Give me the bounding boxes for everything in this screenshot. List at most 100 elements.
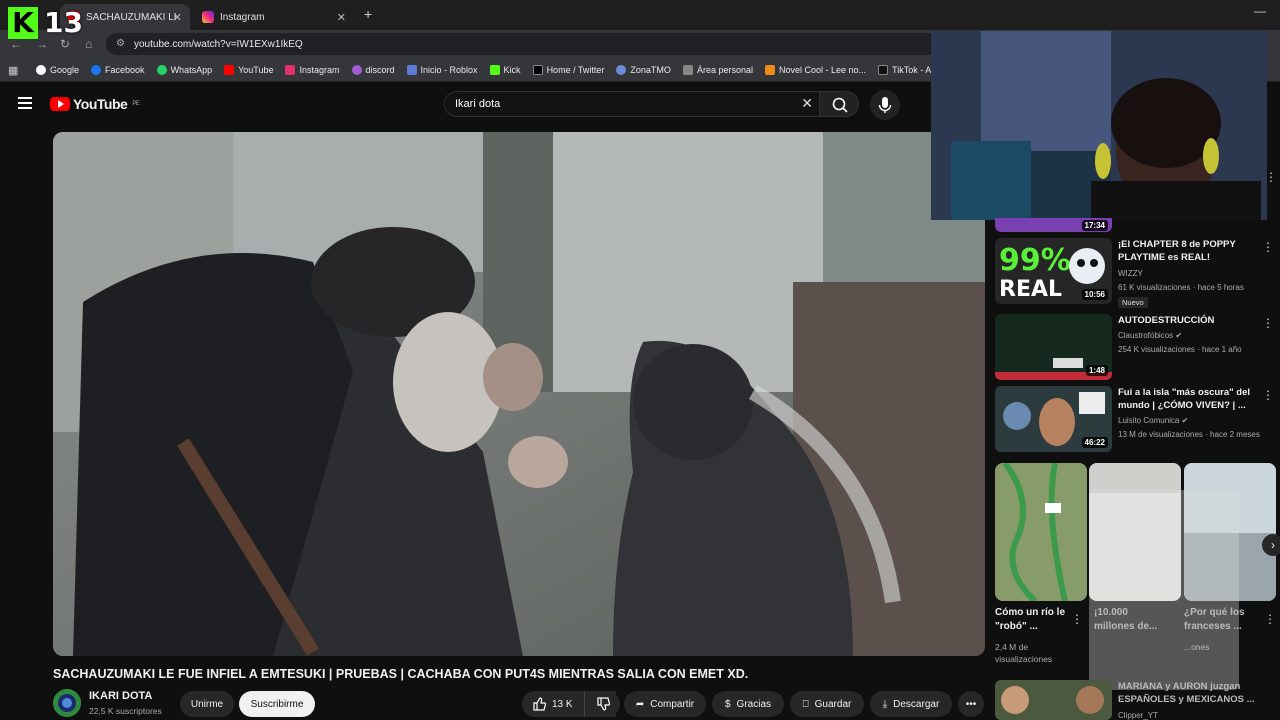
youtube-icon: [224, 64, 235, 75]
short-views: ...ones: [1184, 642, 1210, 652]
bookmark-zonatmo[interactable]: ZonaTMO: [616, 64, 671, 75]
thanks-button[interactable]: $ Gracias: [712, 691, 784, 717]
new-badge: Nuevo: [1118, 297, 1148, 308]
thumbnail-image: [995, 680, 1112, 720]
clear-search-icon[interactable]: ✕: [801, 95, 813, 112]
tab-instagram[interactable]: Instagram ✕: [194, 4, 354, 30]
tiktok-icon: [878, 64, 889, 75]
google-icon: [36, 64, 46, 75]
bookmark-twitter[interactable]: Home / Twitter: [532, 64, 604, 75]
channel-name: Clipper_YT: [1118, 711, 1159, 720]
recommended-video[interactable]: 46:22 Fui a la isla "más oscura" del mun…: [995, 386, 1280, 454]
logo-text: YouTube: [73, 96, 128, 112]
menu-icon[interactable]: [18, 97, 32, 109]
reload-icon[interactable]: ↻: [60, 37, 70, 51]
youtube-logo[interactable]: YouTube PE: [50, 96, 140, 112]
video-meta: 13 M de visualizaciones · hace 2 meses: [1118, 430, 1260, 439]
kick-overlay: K 13: [8, 6, 83, 39]
download-icon: ⤓: [882, 698, 888, 710]
url-field[interactable]: ⚙ youtube.com/watch?v=IW1EXw1IkEQ: [106, 33, 966, 55]
next-shorts-icon[interactable]: ›: [1262, 534, 1280, 556]
video-thumbnail: 99% REAL 10:56: [995, 238, 1112, 304]
close-tab-icon[interactable]: ✕: [337, 11, 346, 24]
voice-search-button[interactable]: [870, 90, 900, 120]
bookmark-icon: ⎕: [802, 698, 809, 710]
more-icon[interactable]: ⋮: [1262, 388, 1274, 402]
x-icon: [532, 64, 543, 75]
home-icon[interactable]: ⌂: [85, 37, 92, 51]
kick-logo: K: [8, 6, 38, 39]
more-icon[interactable]: ⋮: [1264, 612, 1276, 626]
bookmark-kick[interactable]: Kick: [489, 64, 521, 75]
video-player[interactable]: [53, 132, 985, 656]
video-title: AUTODESTRUCCIÓN: [1118, 315, 1215, 326]
search-value: Ikari dota: [455, 98, 501, 110]
short-views: 2,4 M de visualizaciones: [995, 642, 1053, 664]
new-tab-icon[interactable]: +: [364, 6, 372, 22]
video-duration: 17:34: [1081, 220, 1108, 231]
recommended-video[interactable]: 99% REAL 10:56 ¡El CHAPTER 8 de POPPY PL…: [995, 238, 1280, 308]
verified-icon: ✔: [1175, 331, 1183, 340]
like-count: 13 K: [552, 698, 573, 710]
recommended-video[interactable]: 1:48 AUTODESTRUCCIÓN Claustrofóbicos ✔ 2…: [995, 314, 1280, 382]
more-icon[interactable]: ⋮: [1262, 240, 1274, 254]
search-icon: [832, 97, 848, 113]
more-icon[interactable]: ⋮: [1262, 316, 1274, 330]
more-icon[interactable]: ⋮: [1265, 170, 1277, 184]
save-button[interactable]: ⎕ Guardar: [790, 691, 864, 717]
bookmark-area-personal[interactable]: Área personal: [682, 64, 753, 75]
discord-icon: [351, 64, 362, 75]
video-title: SACHAUZUMAKI LE FUE INFIEL A EMTESUKI | …: [53, 667, 749, 681]
video-meta: 254 K visualizaciones · hace 1 año: [1118, 345, 1242, 354]
video-thumbnail: 1:48: [995, 314, 1112, 380]
webcam-overlay: [931, 31, 1267, 220]
recommended-video[interactable]: MARIANA y AURON juzgan ESPAÑOLES y MEXIC…: [995, 680, 1280, 720]
apps-grid-icon[interactable]: ▦: [8, 64, 18, 77]
download-button[interactable]: ⤓ Descargar: [870, 691, 952, 717]
zonatmo-icon: [616, 64, 627, 75]
channel-name: Luisito Comunica ✔: [1118, 416, 1189, 425]
short-thumbnail[interactable]: [995, 463, 1087, 601]
share-button[interactable]: ➦ Compartir: [624, 691, 706, 717]
bookmark-youtube[interactable]: YouTube: [224, 64, 273, 75]
whatsapp-icon: [156, 64, 167, 75]
bookmark-discord[interactable]: discord: [351, 64, 395, 75]
dislike-button[interactable]: [584, 691, 620, 717]
bookmark-instagram[interactable]: Instagram: [285, 64, 340, 75]
join-button[interactable]: Unirme: [180, 691, 234, 717]
avatar-image: [53, 689, 81, 717]
partial-thumbnail[interactable]: 17:34: [995, 218, 1112, 232]
search-button[interactable]: [819, 91, 859, 117]
short-title: Cómo un río le "robó" ...: [995, 607, 1065, 632]
bookmark-google[interactable]: Google: [36, 64, 79, 75]
tab-title: Instagram: [220, 11, 265, 23]
short-title: ¿Por qué los franceses ...: [1184, 607, 1245, 632]
search-input[interactable]: Ikari dota ✕: [444, 91, 820, 117]
webcam-frame: [931, 31, 1267, 220]
more-actions-button[interactable]: •••: [958, 691, 984, 717]
thanks-icon: $: [724, 698, 731, 710]
video-duration: 46:22: [1081, 437, 1108, 448]
bookmark-roblox[interactable]: Inicio - Roblox: [406, 64, 478, 75]
forward-icon[interactable]: →: [36, 37, 48, 51]
back-icon[interactable]: ←: [10, 37, 22, 51]
video-duration: 1:48: [1085, 365, 1108, 376]
share-icon: ➦: [635, 698, 645, 710]
minimize-icon[interactable]: —: [1254, 4, 1266, 18]
channel-name[interactable]: IKARI DOTA: [89, 690, 152, 702]
site-info-icon[interactable]: ⚙: [116, 38, 125, 49]
video-title: ¡El CHAPTER 8 de POPPY PLAYTIME es REAL!: [1118, 239, 1236, 263]
bookmark-facebook[interactable]: Facebook: [91, 64, 145, 75]
facebook-icon: [91, 64, 102, 75]
bookmark-novelcool[interactable]: Novel Cool - Lee no...: [764, 64, 866, 75]
region-code: PE: [132, 101, 140, 107]
channel-avatar[interactable]: [53, 689, 81, 717]
subscribe-button[interactable]: Suscribirme: [239, 691, 315, 717]
close-tab-icon[interactable]: ✕: [173, 11, 182, 24]
more-icon[interactable]: ⋮: [1071, 612, 1083, 626]
roblox-icon: [406, 64, 417, 75]
short-title: ¡10.000 millones de...: [1094, 607, 1158, 632]
youtube-play-icon: [50, 97, 70, 111]
map-thumbnail-image: [995, 463, 1087, 601]
bookmark-whatsapp[interactable]: WhatsApp: [156, 64, 212, 75]
